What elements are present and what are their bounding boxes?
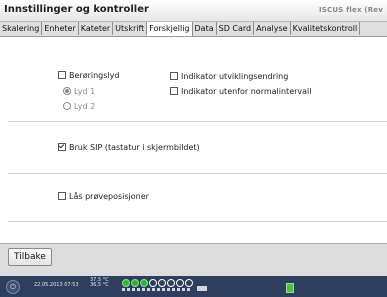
tab-sd-card[interactable]: SD Card xyxy=(217,22,255,35)
position-dots xyxy=(122,288,190,291)
back-button[interactable]: Tilbake xyxy=(8,248,52,266)
tab-enheter[interactable]: Enheter xyxy=(42,22,79,35)
divider xyxy=(8,221,387,222)
radio-dot xyxy=(63,87,71,95)
checkbox-box xyxy=(58,143,66,151)
tab-bar: Skalering Enheter Kateter Utskrift Forskjell… xyxy=(0,22,387,37)
divider xyxy=(8,121,387,122)
divider xyxy=(8,173,387,174)
settings-window: Innstillinger og kontroller ISCUS flex (… xyxy=(0,0,387,297)
indikator-normal-checkbox[interactable]: Indikator utenfor normalintervall xyxy=(170,87,311,96)
tab-data[interactable]: Data xyxy=(193,22,217,35)
indikator-normal-label: Indikator utenfor normalintervall xyxy=(181,87,312,96)
status-bar: ⏻ 22.05.2013 07:53 37,5 °C 36,5 °C xyxy=(0,276,387,297)
sample-positions xyxy=(122,278,193,288)
tab-kvalitetskontroll[interactable]: Kvalitetskontroll xyxy=(291,22,361,35)
lyd1-label: Lyd 1 xyxy=(74,87,96,96)
bruk-sip-label: Bruk SIP (tastatur i skjermbildet) xyxy=(69,143,200,152)
tab-skalering[interactable]: Skalering xyxy=(0,22,43,35)
position-5-indicator xyxy=(158,279,166,287)
position-2-indicator xyxy=(131,279,139,287)
position-6-indicator xyxy=(167,279,175,287)
position-3-indicator xyxy=(140,279,148,287)
position-8-indicator xyxy=(185,279,193,287)
position-1-indicator xyxy=(122,279,130,287)
las-prove-checkbox[interactable]: Lås prøveposisjoner xyxy=(58,192,149,201)
brand-logo: ISCUS flex (Rev xyxy=(319,6,383,14)
title-bar: Innstillinger og kontroller ISCUS flex (… xyxy=(0,0,387,22)
position-4-indicator xyxy=(149,279,157,287)
beroringslyd-label: Berøringslyd xyxy=(69,71,120,80)
indikator-utvikling-label: Indikator utviklingsendring xyxy=(181,72,289,81)
indikator-utvikling-checkbox[interactable]: Indikator utviklingsendring xyxy=(170,72,288,81)
lyd2-label: Lyd 2 xyxy=(74,102,96,111)
bottom-bar xyxy=(0,243,387,276)
tab-utskrift[interactable]: Utskrift xyxy=(113,22,148,35)
settings-panel: Berøringslyd Lyd 1 Lyd 2 Indikator utvik… xyxy=(0,37,387,243)
reagent-icon xyxy=(197,286,207,291)
lyd2-radio[interactable]: Lyd 2 xyxy=(63,102,95,111)
network-icon xyxy=(286,283,294,293)
power-icon[interactable]: ⏻ xyxy=(6,280,20,294)
las-prove-label: Lås prøveposisjoner xyxy=(69,192,149,201)
temperature-readout: 37,5 °C 36,5 °C xyxy=(90,278,109,288)
beroringslyd-checkbox[interactable]: Berøringslyd xyxy=(58,71,119,80)
tab-analyse[interactable]: Analyse xyxy=(254,22,291,35)
radio-dot xyxy=(63,102,71,110)
checkbox-box xyxy=(170,72,178,80)
tab-kateter[interactable]: Kateter xyxy=(79,22,114,35)
checkbox-box xyxy=(58,71,66,79)
status-datetime: 22.05.2013 07:53 xyxy=(34,282,79,288)
temperature-2: 36,5 °C xyxy=(90,282,109,288)
bruk-sip-checkbox[interactable]: Bruk SIP (tastatur i skjermbildet) xyxy=(58,143,200,152)
window-title: Innstillinger og kontroller xyxy=(4,4,149,15)
checkbox-box xyxy=(58,192,66,200)
position-7-indicator xyxy=(176,279,184,287)
tab-forskjellig[interactable]: Forskjellig xyxy=(147,22,193,36)
checkbox-box xyxy=(170,87,178,95)
lyd1-radio[interactable]: Lyd 1 xyxy=(63,87,95,96)
